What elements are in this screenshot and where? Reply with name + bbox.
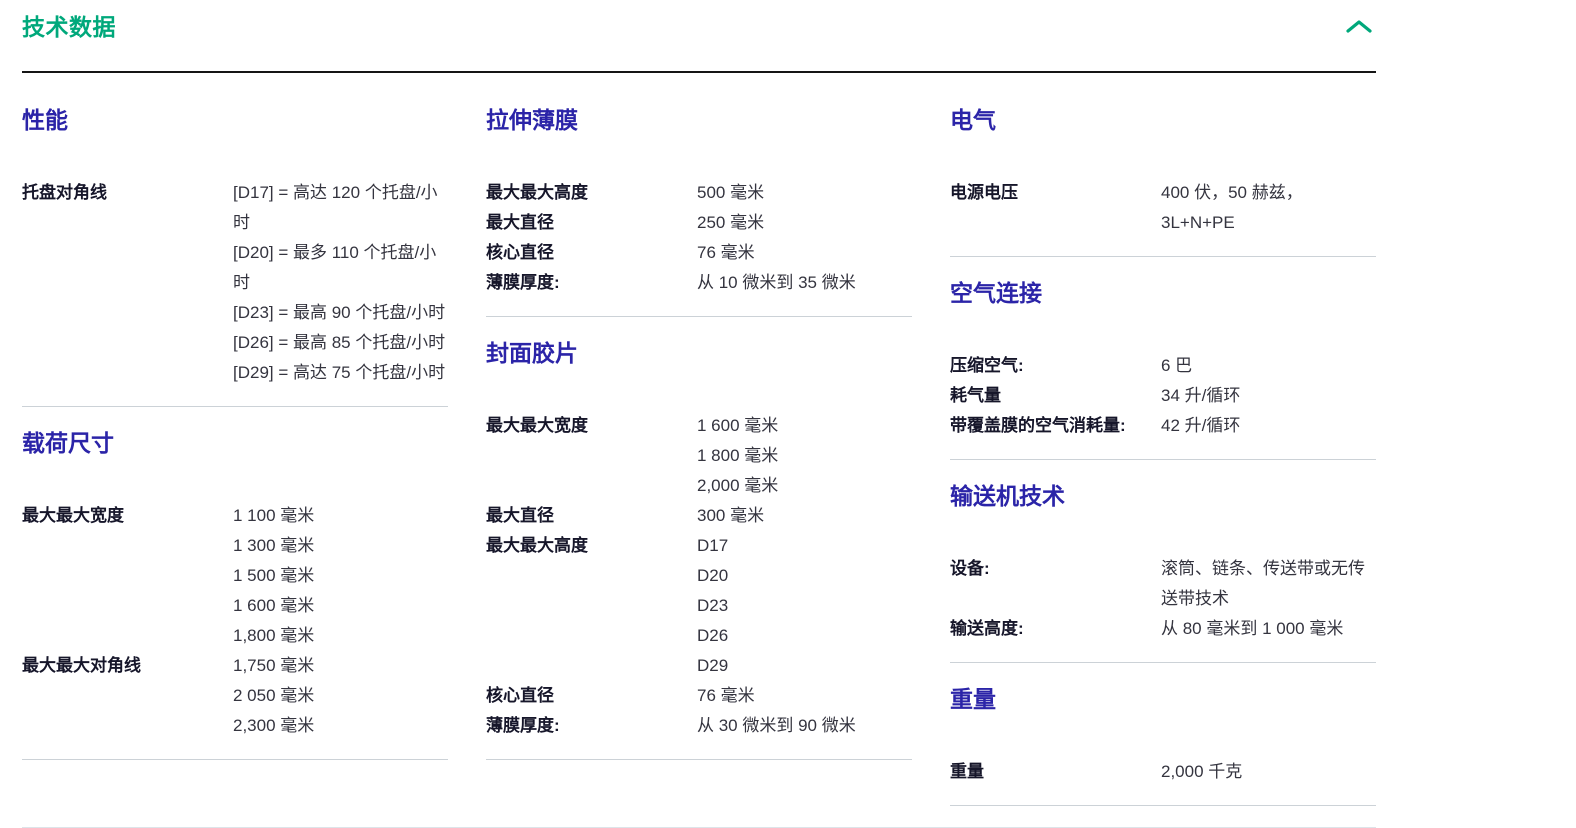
- spec-row: 薄膜厚度:从 10 微米到 35 微米: [486, 268, 912, 298]
- spec-value: D17 D20 D23 D26 D29: [697, 536, 728, 675]
- spec-value: 从 10 微米到 35 微米: [697, 273, 856, 292]
- spec-column-1: 性能托盘对角线[D17] = 高达 120 个托盘/小时 [D20] = 最多 …: [22, 106, 448, 828]
- spec-group: 空气连接压缩空气:6 巴耗气量34 升/循环带覆盖膜的空气消耗量:42 升/循环: [950, 279, 1376, 460]
- spec-row: 薄膜厚度:从 30 微米到 90 微米: [486, 711, 912, 741]
- spec-label: 最大直径: [486, 208, 697, 238]
- spec-row: 设备:滚筒、链条、传送带或无传送带技术: [950, 554, 1376, 614]
- spec-row: 最大最大宽度1 600 毫米 1 800 毫米 2,000 毫米: [486, 411, 912, 501]
- group-heading: 输送机技术: [950, 482, 1376, 510]
- group-heading: 重量: [950, 685, 1376, 713]
- spec-row: 耗气量34 升/循环: [950, 381, 1376, 411]
- group-heading: 拉伸薄膜: [486, 106, 912, 134]
- spec-value: 300 毫米: [697, 506, 764, 525]
- spec-row: 最大直径300 毫米: [486, 501, 912, 531]
- spec-row: 核心直径76 毫米: [486, 238, 912, 268]
- spec-label: 核心直径: [486, 238, 697, 268]
- spec-label: 设备:: [950, 554, 1161, 584]
- spec-value: 500 毫米: [697, 183, 764, 202]
- spec-value: 76 毫米: [697, 686, 755, 705]
- spec-row: 最大最大高度500 毫米: [486, 178, 912, 208]
- group-heading: 载荷尺寸: [22, 429, 448, 457]
- spec-group: 电气电源电压400 伏，50 赫兹，3L+N+PE: [950, 106, 1376, 257]
- spec-label: 最大最大高度: [486, 178, 697, 208]
- spec-value: 1 600 毫米 1 800 毫米 2,000 毫米: [697, 416, 778, 495]
- spec-value: 250 毫米: [697, 213, 764, 232]
- spec-value: 34 升/循环: [1161, 386, 1240, 405]
- spec-value: 滚筒、链条、传送带或无传送带技术: [1161, 559, 1365, 608]
- group-heading: 空气连接: [950, 279, 1376, 307]
- spec-label: 薄膜厚度:: [486, 711, 697, 741]
- spec-label: 最大最大宽度: [486, 411, 697, 441]
- spec-label: 最大直径: [486, 501, 697, 531]
- spec-value: 42 升/循环: [1161, 416, 1240, 435]
- spec-value: 400 伏，50 赫兹，3L+N+PE: [1161, 183, 1303, 232]
- spec-value: 6 巴: [1161, 356, 1192, 375]
- spec-value: 1 100 毫米 1 300 毫米 1 500 毫米 1 600 毫米 1,80…: [233, 506, 314, 645]
- spec-group: 封面胶片最大最大宽度1 600 毫米 1 800 毫米 2,000 毫米最大直径…: [486, 339, 912, 760]
- spec-row: 核心直径76 毫米: [486, 681, 912, 711]
- spec-value: 1,750 毫米 2 050 毫米 2,300 毫米: [233, 656, 314, 735]
- spec-row: 最大最大对角线1,750 毫米 2 050 毫米 2,300 毫米: [22, 651, 448, 741]
- collapse-section-button[interactable]: [1344, 14, 1374, 38]
- spec-row: 带覆盖膜的空气消耗量:42 升/循环: [950, 411, 1376, 441]
- spec-label: 电源电压: [950, 178, 1161, 208]
- spec-label: 带覆盖膜的空气消耗量:: [950, 411, 1161, 441]
- group-heading: 封面胶片: [486, 339, 912, 367]
- spec-column-3: 电气电源电压400 伏，50 赫兹，3L+N+PE空气连接压缩空气:6 巴耗气量…: [950, 106, 1376, 828]
- spec-label: 核心直径: [486, 681, 697, 711]
- spec-group: 输送机技术设备:滚筒、链条、传送带或无传送带技术输送高度:从 80 毫米到 1 …: [950, 482, 1376, 663]
- spec-columns: 性能托盘对角线[D17] = 高达 120 个托盘/小时 [D20] = 最多 …: [22, 106, 1376, 828]
- technical-data-section: 技术数据 性能托盘对角线[D17] = 高达 120 个托盘/小时 [D20] …: [0, 0, 1576, 828]
- group-heading: 性能: [22, 106, 448, 134]
- section-title: 技术数据: [22, 13, 1376, 41]
- spec-group: 性能托盘对角线[D17] = 高达 120 个托盘/小时 [D20] = 最多 …: [22, 106, 448, 407]
- spec-label: 耗气量: [950, 381, 1161, 411]
- spec-label: 重量: [950, 757, 1161, 787]
- group-heading: 电气: [950, 106, 1376, 134]
- spec-column-2: 拉伸薄膜最大最大高度500 毫米最大直径250 毫米核心直径76 毫米薄膜厚度:…: [486, 106, 912, 828]
- spec-row: 最大最大高度D17 D20 D23 D26 D29: [486, 531, 912, 681]
- spec-value: 从 80 毫米到 1 000 毫米: [1161, 619, 1343, 638]
- spec-row: 压缩空气:6 巴: [950, 351, 1376, 381]
- spec-row: 电源电压400 伏，50 赫兹，3L+N+PE: [950, 178, 1376, 238]
- chevron-up-icon: [1346, 19, 1372, 34]
- spec-value: 76 毫米: [697, 243, 755, 262]
- spec-label: 输送高度:: [950, 614, 1161, 644]
- spec-row: 托盘对角线[D17] = 高达 120 个托盘/小时 [D20] = 最多 11…: [22, 178, 448, 388]
- spec-label: 压缩空气:: [950, 351, 1161, 381]
- spec-value: 2,000 千克: [1161, 762, 1242, 781]
- spec-row: 重量2,000 千克: [950, 757, 1376, 787]
- spec-row: 最大最大宽度1 100 毫米 1 300 毫米 1 500 毫米 1 600 毫…: [22, 501, 448, 651]
- spec-label: 薄膜厚度:: [486, 268, 697, 298]
- spec-row: 最大直径250 毫米: [486, 208, 912, 238]
- spec-value: 从 30 微米到 90 微米: [697, 716, 856, 735]
- spec-value: [D17] = 高达 120 个托盘/小时 [D20] = 最多 110 个托盘…: [233, 183, 445, 382]
- spec-label: 托盘对角线: [22, 178, 233, 208]
- spec-label: 最大最大对角线: [22, 651, 233, 681]
- spec-label: 最大最大高度: [486, 531, 697, 561]
- spec-group: 重量重量2,000 千克: [950, 685, 1376, 806]
- spec-group: 载荷尺寸最大最大宽度1 100 毫米 1 300 毫米 1 500 毫米 1 6…: [22, 429, 448, 760]
- section-header[interactable]: 技术数据: [22, 0, 1376, 73]
- spec-label: 最大最大宽度: [22, 501, 233, 531]
- spec-row: 输送高度:从 80 毫米到 1 000 毫米: [950, 614, 1376, 644]
- spec-group: 拉伸薄膜最大最大高度500 毫米最大直径250 毫米核心直径76 毫米薄膜厚度:…: [486, 106, 912, 317]
